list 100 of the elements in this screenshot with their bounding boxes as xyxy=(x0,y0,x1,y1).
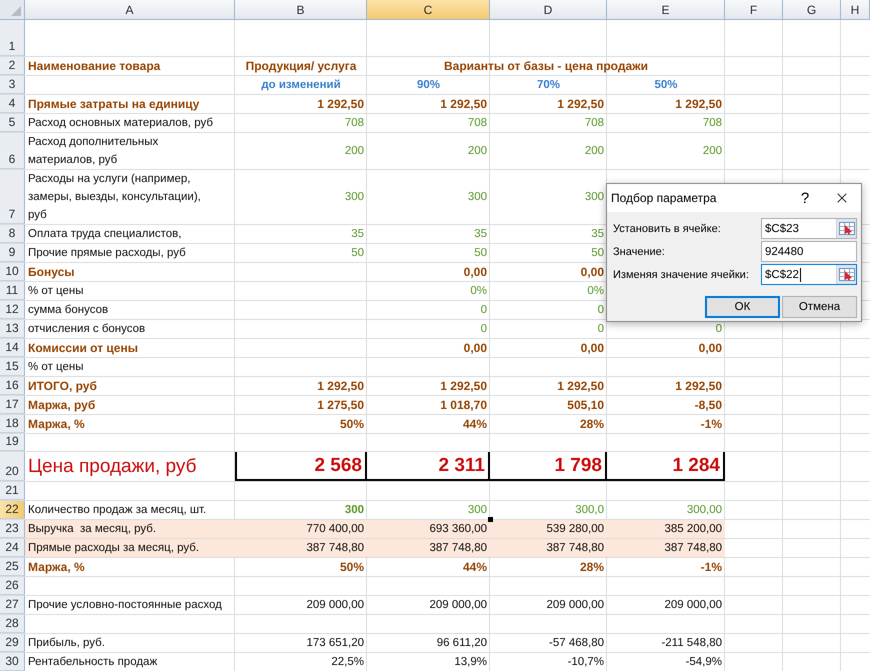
table-cell-text: 0% xyxy=(586,284,605,299)
table-cell-text: 209 000,00 xyxy=(305,598,365,613)
table-cell-text: Прибыль, руб. xyxy=(27,636,106,651)
table-cell-text: 28% xyxy=(578,559,605,576)
table-cell-text: 0% xyxy=(469,284,488,299)
table-cell-text: 50 xyxy=(473,246,488,261)
table-cell-text: до изменений xyxy=(260,78,342,93)
row-header[interactable]: 9 xyxy=(0,244,25,262)
table-cell-text: 1 292,50 xyxy=(439,378,488,395)
row-header[interactable]: 17 xyxy=(0,396,25,414)
table-cell-text: -1% xyxy=(700,559,723,576)
column-header[interactable]: B xyxy=(235,0,367,20)
table-cell-text: 505,10 xyxy=(566,397,605,414)
table-cell: 387 748,80 xyxy=(607,539,725,557)
input-field[interactable]: 924480 xyxy=(761,241,857,262)
table-cell-text: 708 xyxy=(584,116,605,131)
table-cell-text: Бонусы xyxy=(27,264,76,281)
row-header[interactable]: 11 xyxy=(0,282,25,300)
table-cell-text: 44% xyxy=(462,559,488,576)
table-cell-text: 300,00 xyxy=(686,503,723,518)
input-field[interactable]: $C$22 xyxy=(761,264,857,285)
row-header[interactable]: 5 xyxy=(0,114,25,132)
row-header[interactable]: 2 xyxy=(0,57,25,75)
row-header[interactable]: 7 xyxy=(0,170,25,224)
table-cell-text: Цена продажи, руб xyxy=(27,454,198,478)
row-header[interactable]: 23 xyxy=(0,520,25,538)
row-header[interactable]: 27 xyxy=(0,596,25,614)
table-cell-text: Прочие прямые расходы, руб xyxy=(27,246,187,261)
table-cell-text: 0,00 xyxy=(580,340,605,357)
table-cell-text: 200 xyxy=(344,144,365,159)
table-cell-text: 300 xyxy=(466,190,488,205)
table-cell: 770 400,00 xyxy=(235,520,367,538)
input-field[interactable]: $C$23 xyxy=(761,218,857,239)
row-header[interactable]: 25 xyxy=(0,558,25,576)
table-cell-text: -211 548,80 xyxy=(660,636,723,651)
row-header[interactable]: 18 xyxy=(0,415,25,433)
row-header[interactable]: 3 xyxy=(0,76,25,94)
table-cell-text: 708 xyxy=(702,116,723,131)
help-button[interactable]: ? xyxy=(787,184,823,212)
row-header[interactable]: 19 xyxy=(0,434,25,451)
column-header[interactable]: C xyxy=(367,0,490,20)
column-header[interactable]: G xyxy=(783,0,841,20)
table-cell-text: % от цены xyxy=(27,284,84,299)
row-header[interactable]: 12 xyxy=(0,301,25,319)
row-header[interactable]: 15 xyxy=(0,358,25,376)
row-header[interactable]: 1 xyxy=(0,20,25,56)
row-header[interactable]: 26 xyxy=(0,577,25,595)
table-cell-text: 1 292,50 xyxy=(674,378,723,395)
table-cell-text: -54,9% xyxy=(684,655,723,670)
column-header[interactable]: D xyxy=(490,0,607,20)
row-header[interactable]: 30 xyxy=(0,653,25,671)
table-cell-text: 708 xyxy=(466,116,488,131)
table-cell: 300 xyxy=(366,500,490,519)
row-header[interactable]: 20 xyxy=(0,452,25,481)
table-cell-text: 300 xyxy=(344,503,365,518)
table-cell-text: 96 611,20 xyxy=(436,636,488,651)
row-header[interactable]: 24 xyxy=(0,539,25,557)
row-header[interactable]: 4 xyxy=(0,95,25,113)
table-cell-text: 0 xyxy=(596,303,605,318)
table-cell-text: 50% xyxy=(338,559,365,576)
row-header[interactable]: 10 xyxy=(0,263,25,281)
table-cell-text: 0 xyxy=(714,322,723,337)
table-cell-text: 1 292,50 xyxy=(556,96,605,113)
row-header[interactable]: 28 xyxy=(0,615,25,633)
row-header[interactable]: 29 xyxy=(0,634,25,652)
table-cell-text: Прочие условно-постоянные расход xyxy=(27,598,223,613)
row-header[interactable]: 6 xyxy=(0,133,25,169)
table-cell-text: 90% xyxy=(416,78,442,93)
table-cell-text: % от цены xyxy=(27,360,84,375)
table-cell-text: 0 xyxy=(596,322,605,337)
row-header[interactable]: 21 xyxy=(0,482,25,500)
row-header[interactable]: 8 xyxy=(0,225,25,243)
table-cell-text: 1 292,50 xyxy=(556,378,605,395)
table-cell-text: 209 000,00 xyxy=(663,598,723,613)
row-header[interactable]: 13 xyxy=(0,320,25,338)
row-header[interactable]: 14 xyxy=(0,339,25,357)
table-cell-text: отчисления с бонусов xyxy=(27,322,146,337)
table-cell-text: 1 275,50 xyxy=(316,397,365,414)
table-cell-text: Варианты от базы - цена продажи xyxy=(442,58,649,75)
table-cell-text: сумма бонусов xyxy=(27,303,110,318)
column-header[interactable]: E xyxy=(607,0,725,20)
table-cell-text: 0 xyxy=(480,303,488,318)
table-cell-text: 300 xyxy=(344,190,365,205)
table-cell-text: Расход основных материалов, руб xyxy=(27,116,214,131)
table-cell-text: 0,00 xyxy=(580,264,605,281)
table-cell-text: Расходы на услуги (например, замеры, выезды, консультации), руб xyxy=(27,172,202,223)
column-header[interactable]: A xyxy=(25,0,235,20)
table-cell-text: Наименование товара xyxy=(27,58,162,75)
table-cell-text: 50 xyxy=(350,246,365,261)
row-header[interactable]: 16 xyxy=(0,377,25,395)
range-picker-button[interactable] xyxy=(836,219,856,238)
dialog-button[interactable]: ОК xyxy=(705,296,780,318)
column-header[interactable]: F xyxy=(725,0,783,20)
table-cell-text: 13,9% xyxy=(453,655,488,670)
table-cell-text: 0,00 xyxy=(462,264,488,281)
column-header[interactable]: H xyxy=(841,0,870,20)
row-header[interactable]: 22 xyxy=(0,501,25,519)
range-picker-icon xyxy=(838,222,854,235)
range-picker-button[interactable] xyxy=(836,265,856,284)
dialog-button[interactable]: Отмена xyxy=(782,296,857,318)
